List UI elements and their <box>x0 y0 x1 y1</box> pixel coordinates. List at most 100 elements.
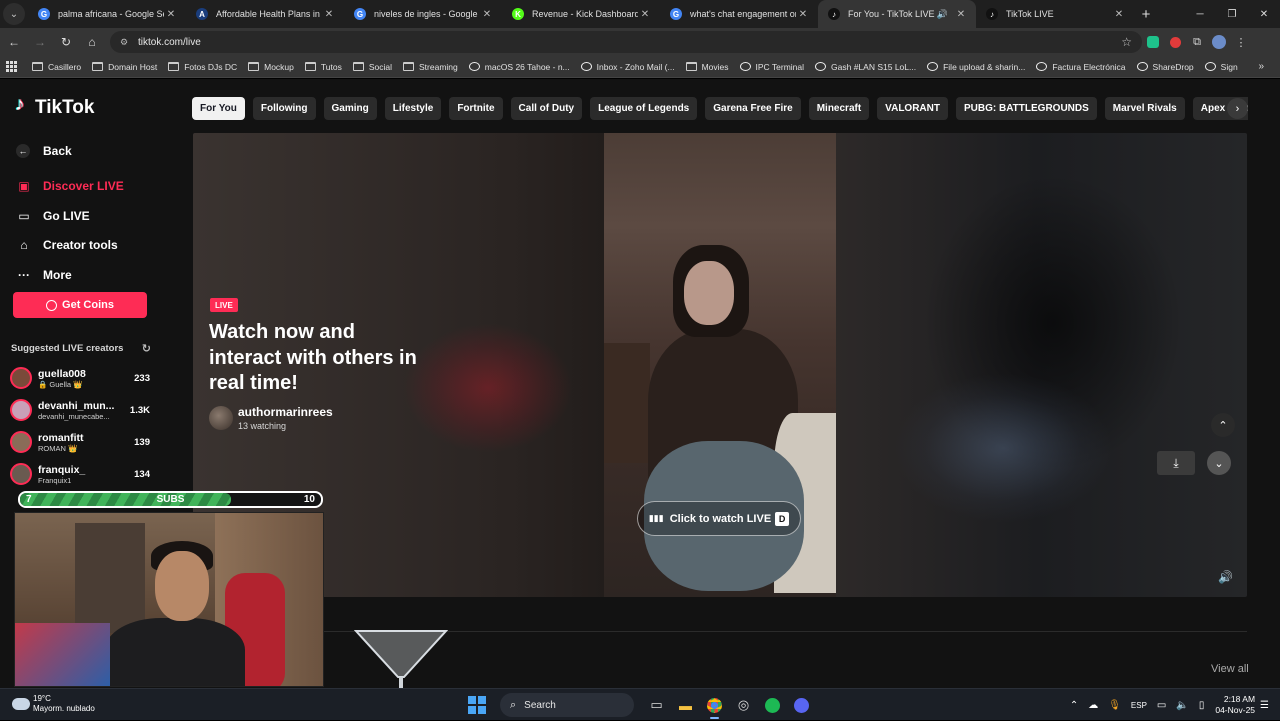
creator-row[interactable]: devanhi_mun... devanhi_munecabe... 1.3K <box>10 394 150 426</box>
task-view-icon[interactable]: ▭ <box>642 693 671 717</box>
restore-icon[interactable]: ❐ <box>1216 0 1248 28</box>
chrome-icon[interactable] <box>700 693 729 719</box>
bookmark-item[interactable]: IPC Terminal <box>739 62 804 72</box>
bookmark-item[interactable]: macOS 26 Tahoe - n... <box>468 62 570 72</box>
category-chip[interactable]: Lifestyle <box>384 97 442 120</box>
download-icon[interactable]: ⤓ <box>1157 451 1195 475</box>
category-chip[interactable]: Call of Duty <box>510 97 583 120</box>
weather-widget[interactable]: 19°C Mayorm. nublado <box>12 694 95 714</box>
sidenav-item-discover-live[interactable]: ▣ Discover LIVE <box>16 172 176 202</box>
host-avatar[interactable] <box>209 406 233 430</box>
category-chip[interactable]: League of Legends <box>590 97 698 120</box>
category-chip[interactable]: Minecraft <box>808 97 870 120</box>
creator-avatar[interactable] <box>10 367 32 389</box>
creator-avatar[interactable] <box>10 463 32 485</box>
category-chip[interactable]: Fortnite <box>449 97 503 120</box>
bookmark-item[interactable]: Sign <box>1204 62 1238 72</box>
browser-tab[interactable]: ♪ TikTok LIVE ✕ <box>976 0 1134 28</box>
close-window-icon[interactable]: ✕ <box>1248 0 1280 28</box>
sidenav-item-more[interactable]: ··· More <box>16 260 176 290</box>
creator-row[interactable]: romanfitt ROMAN 👑 139 <box>10 426 150 458</box>
bookmark-item[interactable]: ShareDrop <box>1136 62 1194 72</box>
refresh-icon[interactable]: ↻ <box>142 342 151 355</box>
onedrive-icon[interactable]: ☁ <box>1088 700 1098 711</box>
bookmark-item[interactable]: Domain Host <box>92 62 157 72</box>
tab-close-icon[interactable]: ✕ <box>480 9 494 20</box>
tab-close-icon[interactable]: ✕ <box>954 9 968 20</box>
bookmark-item[interactable]: Factura Electrónica <box>1036 62 1126 72</box>
tab-audio-icon[interactable]: 🔊 <box>937 9 948 20</box>
profile-avatar-icon[interactable] <box>1208 31 1230 53</box>
volume-tray-icon[interactable]: 🔈 <box>1176 700 1188 711</box>
network-icon[interactable]: ▭ <box>1157 700 1166 711</box>
bookmark-item[interactable]: Tutos <box>304 62 342 72</box>
volume-icon[interactable]: 🔊 <box>1218 570 1233 584</box>
category-chip[interactable]: Gaming <box>323 97 377 120</box>
extension-icon-green[interactable] <box>1142 31 1164 53</box>
bookmark-item[interactable]: Fotos DJs DC <box>168 62 237 72</box>
apps-grid-icon[interactable] <box>6 60 18 73</box>
browser-tab[interactable]: Gpalma africana - Google Search✕ <box>28 0 186 28</box>
chevron-down-icon[interactable]: ⌄ <box>1207 451 1231 475</box>
spotify-icon[interactable] <box>758 693 787 717</box>
category-chip[interactable]: Following <box>252 97 316 120</box>
tab-close-icon[interactable]: ✕ <box>322 9 336 20</box>
creator-row[interactable]: franquix_ Franquix1 134 <box>10 458 150 490</box>
obs-icon[interactable]: ◎ <box>729 693 758 717</box>
windows-start-icon[interactable] <box>468 696 486 714</box>
category-chip[interactable]: For You <box>192 97 245 120</box>
view-all-link[interactable]: View all <box>1211 663 1249 675</box>
chevron-up-icon[interactable]: ⌃ <box>1211 413 1235 437</box>
tray-overflow-icon[interactable]: ⌃ <box>1070 700 1078 711</box>
category-chip[interactable]: Garena Free Fire <box>705 97 801 120</box>
bookmark-item[interactable]: Inbox - Zoho Mail (... <box>580 62 675 72</box>
live-preview-player[interactable]: LIVE Watch now and interact with others … <box>193 133 1247 597</box>
tab-close-icon[interactable]: ✕ <box>796 9 810 20</box>
creator-name[interactable]: romanfitt <box>38 432 128 444</box>
bookmark-item[interactable]: Casillero <box>32 62 81 72</box>
extensions-puzzle-icon[interactable]: ⧉ <box>1186 31 1208 53</box>
url-bar[interactable]: ⚙ tiktok.com/live ☆ <box>110 31 1142 53</box>
browser-tab[interactable]: Gniveles de ingles - Google Sear✕ <box>344 0 502 28</box>
category-chip[interactable]: VALORANT <box>877 97 948 120</box>
bookmark-item[interactable]: Social <box>352 62 392 72</box>
category-chip[interactable]: PUBG: BATTLEGROUNDS <box>955 97 1097 120</box>
home-icon[interactable]: ⌂ <box>80 30 104 54</box>
tab-close-icon[interactable]: ✕ <box>638 9 652 20</box>
taskbar-search-box[interactable]: ⌕ Search <box>500 693 634 717</box>
browser-tab[interactable]: ♪ For You - TikTok LIVE feed🔊 ✕ <box>818 0 976 28</box>
creator-row[interactable]: guella008 🔒 Guella 👑 233 <box>10 362 150 394</box>
forward-icon[interactable]: → <box>28 30 52 54</box>
browser-tab[interactable]: Gwhat's chat engagement on kic✕ <box>660 0 818 28</box>
site-info-icon[interactable]: ⚙ <box>120 37 132 48</box>
get-coins-button[interactable]: Get Coins <box>13 292 147 318</box>
sidenav-item-back[interactable]: ← Back <box>16 136 176 166</box>
tab-search-menu-icon[interactable]: ⌄ <box>3 3 25 25</box>
browser-menu-icon[interactable]: ⋮ <box>1230 31 1252 53</box>
new-tab-button[interactable]: + <box>1134 6 1158 23</box>
creator-avatar[interactable] <box>10 399 32 421</box>
clock[interactable]: 2:18 AM 04-Nov-25 <box>1215 694 1255 716</box>
microphone-icon[interactable]: 🎙 <box>1108 700 1121 711</box>
category-chip[interactable]: Marvel Rivals <box>1104 97 1185 120</box>
extension-icon-red[interactable] <box>1164 31 1186 53</box>
discord-icon[interactable] <box>787 693 816 717</box>
creator-name[interactable]: franquix_ <box>38 464 128 476</box>
bookmark-item[interactable]: Movies <box>685 62 729 72</box>
bookmark-item[interactable]: Streaming <box>403 62 458 72</box>
file-explorer-icon[interactable]: ▬ <box>671 693 700 717</box>
sidenav-item-creator-tools[interactable]: ⌂ Creator tools <box>16 231 176 261</box>
chevron-right-icon[interactable]: › <box>1227 98 1248 119</box>
bookmark-item[interactable]: Mockup <box>248 62 294 72</box>
tiktok-logo[interactable]: ♪ ♪ ♪ TikTok <box>14 94 94 119</box>
back-icon[interactable]: ← <box>2 30 26 54</box>
browser-tab[interactable]: A Affordable Health Plans in New✕ <box>186 0 344 28</box>
creator-avatar[interactable] <box>10 431 32 453</box>
host-info[interactable]: authormarinrees 13 watching <box>209 405 333 431</box>
click-to-watch-live-button[interactable]: ▮▮▮ Click to watch LIVE D <box>637 501 801 536</box>
bookmark-star-icon[interactable]: ☆ <box>1121 35 1132 49</box>
tab-close-icon[interactable]: ✕ <box>164 9 178 20</box>
reload-icon[interactable]: ↻ <box>54 30 78 54</box>
tab-close-icon[interactable]: ✕ <box>1112 9 1126 20</box>
creator-name[interactable]: devanhi_mun... <box>38 400 128 412</box>
